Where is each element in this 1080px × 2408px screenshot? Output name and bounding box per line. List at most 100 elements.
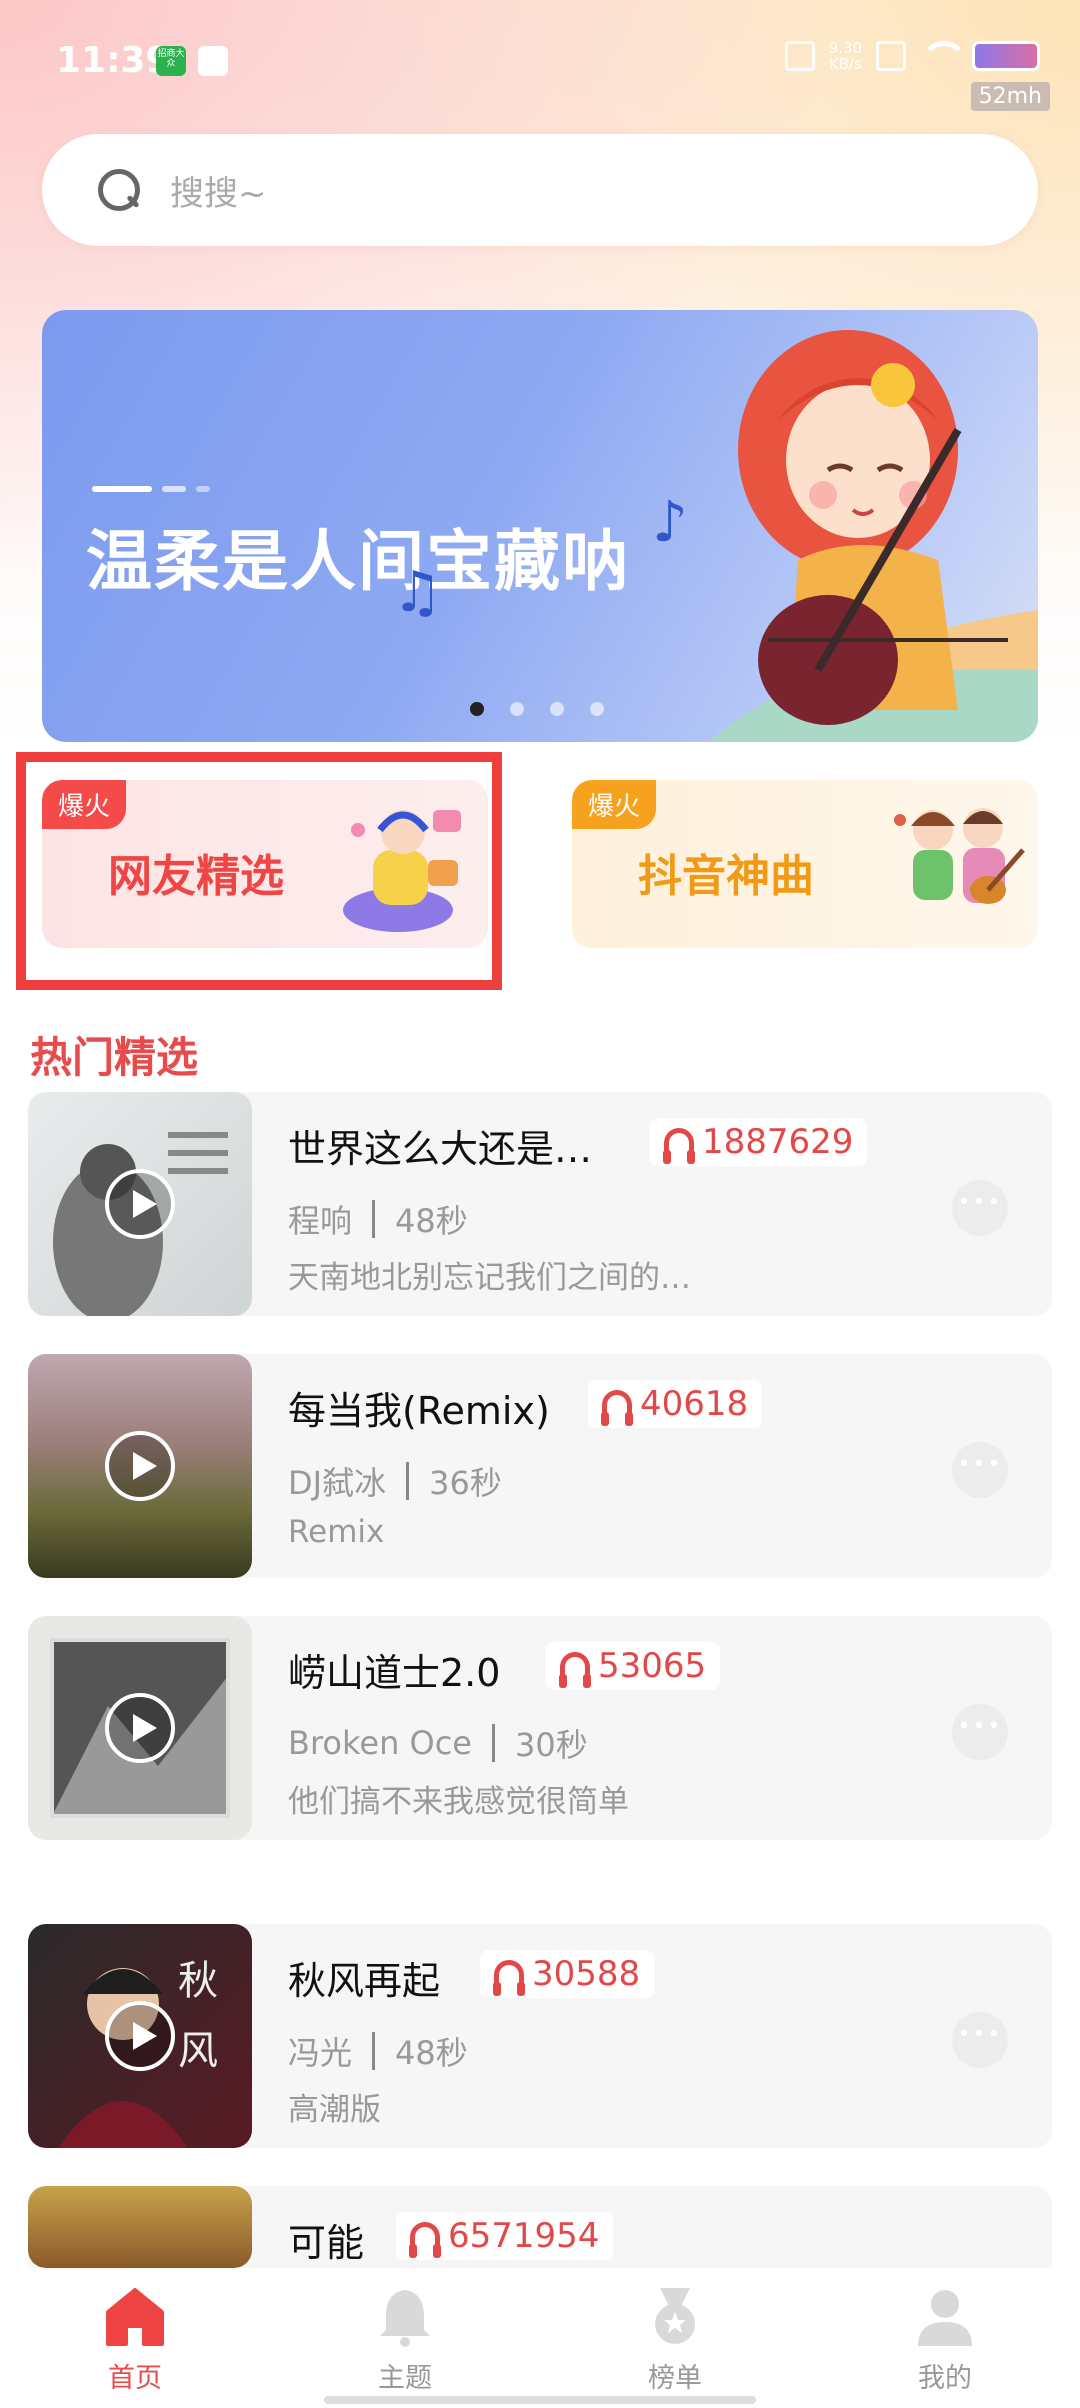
- gesture-home-indicator[interactable]: [324, 2396, 756, 2404]
- girl-cello-illustration: [708, 330, 1038, 742]
- play-count-badge: 40618: [588, 1380, 763, 1428]
- tab-label: 首页: [108, 2363, 162, 2394]
- banner-dash-decoration: [92, 486, 210, 492]
- song-row[interactable]: 秋 风 秋风再起 30588 冯光 48秒 高潮版: [28, 1924, 1052, 2148]
- headphone-kid-illustration: [343, 810, 461, 932]
- song-cover[interactable]: 秋 风: [28, 1924, 252, 2148]
- category-card-netizen-picks[interactable]: 爆火 网友精选: [42, 780, 488, 948]
- user-icon: [918, 2290, 972, 2346]
- message-notification-icon: [198, 46, 228, 76]
- song-artist: DJ弑冰: [288, 1464, 387, 1502]
- search-icon: [98, 169, 140, 211]
- song-cover[interactable]: [28, 2186, 252, 2268]
- play-count: 53065: [598, 1646, 707, 1686]
- bell-icon: [380, 2290, 430, 2347]
- tab-mine[interactable]: 我的: [810, 2268, 1080, 2408]
- song-cover[interactable]: [28, 1354, 252, 1578]
- meta-divider: [372, 2032, 376, 2070]
- battery-icon: [972, 41, 1040, 71]
- song-cover[interactable]: [28, 1616, 252, 1840]
- play-button[interactable]: [105, 1693, 175, 1763]
- memory-badge: 52mh: [970, 82, 1050, 111]
- sim-icon: [876, 41, 906, 71]
- song-row[interactable]: 世界这么大还是… 1887629 程响 48秒 天南地北别忘记我们之间的…: [28, 1092, 1052, 1316]
- category-card-douyin-hits[interactable]: 爆火 抖音神曲: [572, 780, 1038, 948]
- play-count-badge: 53065: [546, 1642, 721, 1690]
- song-cover[interactable]: [28, 1092, 252, 1316]
- play-button[interactable]: [105, 1431, 175, 1501]
- tab-label: 我的: [918, 2363, 972, 2394]
- hot-badge: 爆火: [572, 780, 657, 829]
- song-artist: 冯光: [288, 2034, 353, 2072]
- search-input[interactable]: 搜搜~: [170, 166, 267, 215]
- banner-title: 温柔是人间宝藏呐: [86, 523, 630, 600]
- song-title: 崂山道士2.0: [288, 1651, 501, 1695]
- song-description: Remix: [288, 1514, 385, 1550]
- song-artist: Broken Oce: [288, 1724, 472, 1762]
- song-row[interactable]: 可能 6571954: [28, 2186, 1052, 2268]
- music-note-icon: ♪: [652, 490, 688, 555]
- medal-icon: [655, 2288, 695, 2344]
- silent-icon: [784, 41, 815, 71]
- headphone-icon: [663, 1128, 695, 1164]
- hot-badge: 爆火: [42, 780, 127, 829]
- song-title: 秋风再起: [288, 1959, 441, 2003]
- network-speed: 9.30 KB/s: [829, 40, 862, 72]
- network-speed-unit: KB/s: [828, 55, 862, 73]
- banner-dot[interactable]: [590, 702, 604, 716]
- status-bar: 11:39 招商大众 9.30 KB/s 52mh: [0, 0, 1080, 130]
- guitar-couple-illustration: [894, 808, 1025, 904]
- play-button[interactable]: [105, 2001, 175, 2071]
- play-count: 30588: [532, 1954, 641, 1994]
- song-duration: 48秒: [395, 2034, 468, 2072]
- section-title-hot-picks: 热门精选: [30, 1033, 199, 1082]
- play-count: 40618: [640, 1384, 749, 1424]
- song-meta: 冯光 48秒: [288, 2028, 468, 2074]
- song-duration: 48秒: [395, 1202, 468, 1240]
- music-note-icon: ♫: [392, 560, 443, 625]
- search-bar[interactable]: 搜搜~: [42, 134, 1038, 246]
- more-options-button[interactable]: [952, 1180, 1008, 1236]
- tab-label: 主题: [378, 2363, 432, 2394]
- meta-divider: [406, 1462, 410, 1500]
- song-meta: Broken Oce 30秒: [288, 1720, 588, 1766]
- song-title: 每当我(Remix): [288, 1389, 550, 1433]
- wifi-icon: [920, 41, 968, 71]
- meta-divider: [372, 1200, 376, 1238]
- headphone-icon: [409, 2222, 441, 2258]
- song-meta: 程响 48秒: [288, 1196, 468, 1242]
- banner-carousel[interactable]: 温柔是人间宝藏呐 ♫ ♪: [42, 310, 1038, 742]
- play-button[interactable]: [105, 1169, 175, 1239]
- meta-divider: [491, 1724, 495, 1762]
- banner-dot[interactable]: [550, 702, 564, 716]
- more-options-button[interactable]: [952, 1442, 1008, 1498]
- song-description: 高潮版: [288, 2092, 381, 2128]
- tab-theme[interactable]: 主题: [270, 2268, 540, 2408]
- play-count-badge: 30588: [480, 1950, 655, 1998]
- song-artist: 程响: [288, 1202, 353, 1240]
- play-count-badge: 1887629: [650, 1118, 868, 1166]
- category-title: 抖音神曲: [638, 851, 814, 902]
- more-options-button[interactable]: [952, 1704, 1008, 1760]
- tab-home[interactable]: 首页: [0, 2268, 270, 2408]
- status-time: 11:39: [56, 40, 171, 81]
- banner-dot[interactable]: [470, 702, 484, 716]
- play-count: 1887629: [702, 1122, 854, 1162]
- more-options-button[interactable]: [952, 2012, 1008, 2068]
- song-description: 天南地北别忘记我们之间的…: [288, 1260, 691, 1296]
- headphone-icon: [493, 1960, 525, 1996]
- tab-label: 榜单: [648, 2363, 702, 2394]
- banner-pagination: [470, 702, 604, 716]
- banner-dot[interactable]: [510, 702, 524, 716]
- song-duration: 30秒: [514, 1726, 588, 1764]
- tab-charts[interactable]: 榜单: [540, 2268, 810, 2408]
- svg-text:风: 风: [178, 2028, 218, 2074]
- song-description: 他们搞不来我感觉很简单: [288, 1784, 629, 1820]
- category-title: 网友精选: [108, 851, 284, 902]
- song-row[interactable]: 每当我(Remix) 40618 DJ弑冰 36秒 Remix: [28, 1354, 1052, 1578]
- song-title: 世界这么大还是…: [288, 1127, 593, 1171]
- song-row[interactable]: 崂山道士2.0 53065 Broken Oce 30秒 他们搞不来我感觉很简单: [28, 1616, 1052, 1840]
- song-duration: 36秒: [429, 1464, 502, 1502]
- svg-text:秋: 秋: [178, 1958, 218, 2004]
- home-icon: [106, 2288, 164, 2346]
